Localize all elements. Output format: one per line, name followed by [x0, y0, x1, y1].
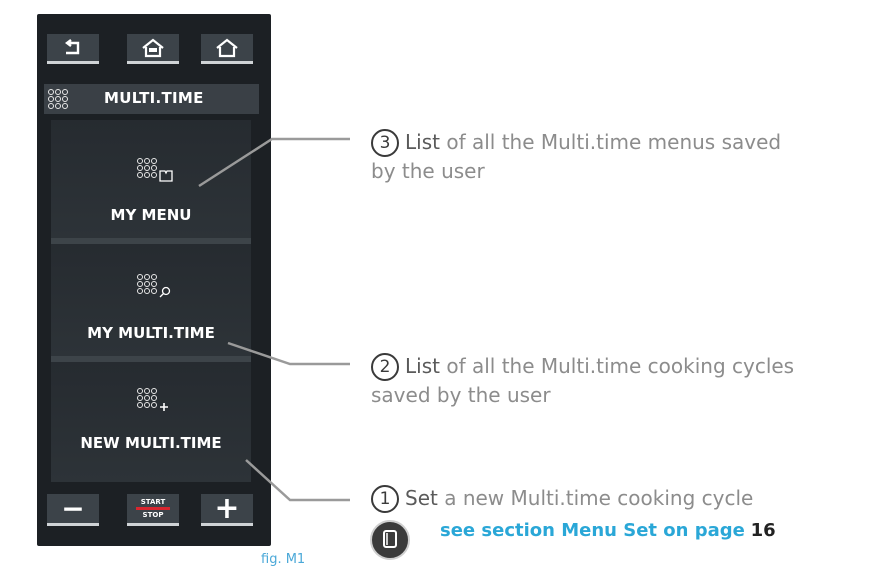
- callout-text: of all the Multi.time menus saved: [439, 130, 782, 154]
- callout-number: 2: [371, 353, 399, 381]
- leader-line-1: [245, 459, 350, 502]
- callout-number: 3: [371, 129, 399, 157]
- callout-number: 1: [371, 485, 399, 513]
- reference-icon: [370, 520, 410, 560]
- figure-caption: fig. M1: [261, 552, 306, 567]
- callout-2: 2 List of all the Multi.time cooking cycl…: [371, 352, 794, 409]
- callout-text-line2: saved by the user: [371, 383, 551, 407]
- leader-line-3: [198, 137, 350, 188]
- callout-keyword: List: [405, 130, 440, 154]
- reference-line: see section Menu Set on page 16: [440, 520, 776, 541]
- reference-page: 16: [750, 520, 776, 541]
- document-icon: [383, 530, 397, 548]
- callout-text: of all the Multi.time cooking cycles: [439, 354, 795, 378]
- callout-keyword: Set: [405, 486, 438, 510]
- callout-keyword: List: [405, 354, 440, 378]
- callout-3: 3 List of all the Multi.time menus saved …: [371, 128, 781, 185]
- reference-link[interactable]: see section Menu Set on page: [440, 520, 745, 541]
- leader-line-2: [227, 341, 350, 366]
- callout-text: a new Multi.time cooking cycle: [437, 486, 754, 510]
- leader-lines: [198, 137, 350, 502]
- callout-1: 1 Set a new Multi.time cooking cycle: [371, 484, 753, 513]
- callout-text-line2: by the user: [371, 159, 485, 183]
